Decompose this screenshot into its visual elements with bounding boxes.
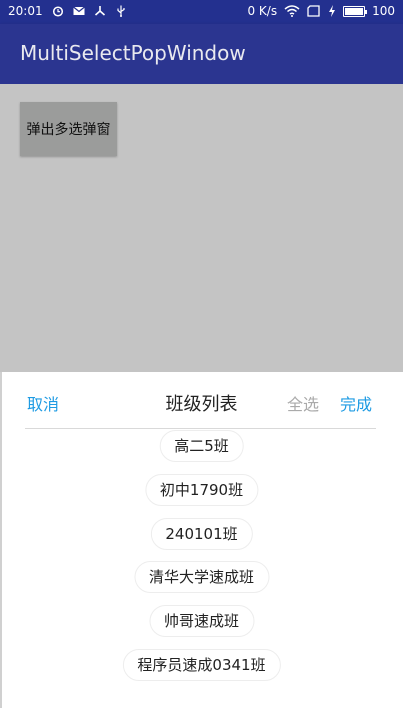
multiselect-popup: 取消 班级列表 全选 完成 高二5班 初中1790班 240101班 清华大学速… xyxy=(0,372,403,708)
list-item[interactable]: 初中1790班 xyxy=(144,474,259,506)
network-speed: 0 K/s xyxy=(247,4,278,18)
list-item[interactable]: 帅哥速成班 xyxy=(148,605,255,637)
alarm-icon xyxy=(52,6,63,17)
battery-icon xyxy=(343,5,368,17)
popup-edge xyxy=(0,372,2,708)
app-title: MultiSelectPopWindow xyxy=(20,41,246,65)
wifi-icon xyxy=(284,5,300,17)
battery-fill xyxy=(345,7,364,15)
popup-header: 取消 班级列表 全选 完成 xyxy=(0,372,403,428)
list-item[interactable]: 程序员速成0341班 xyxy=(122,649,281,681)
wind-icon xyxy=(94,6,105,16)
list-item[interactable]: 240101班 xyxy=(150,518,253,550)
status-time: 20:01 xyxy=(8,4,43,18)
battery-level: 100 xyxy=(372,4,395,18)
list-item[interactable]: 高二5班 xyxy=(159,430,244,462)
done-button[interactable]: 完成 xyxy=(340,391,372,415)
open-multiselect-button[interactable]: 弹出多选弹窗 xyxy=(20,102,117,156)
cancel-button[interactable]: 取消 xyxy=(27,391,59,415)
sim-icon xyxy=(307,5,320,17)
charging-icon xyxy=(329,5,336,17)
app-bar: MultiSelectPopWindow xyxy=(0,24,403,84)
main-content: 弹出多选弹窗 xyxy=(0,84,403,372)
list-item[interactable]: 清华大学速成班 xyxy=(133,561,270,593)
usb-icon xyxy=(116,5,125,17)
select-all-button[interactable]: 全选 xyxy=(287,391,319,415)
class-list[interactable]: 高二5班 初中1790班 240101班 清华大学速成班 帅哥速成班 程序员速成… xyxy=(0,429,403,708)
status-bar: 20:01 0 K/s 100 xyxy=(0,0,403,24)
mail-icon xyxy=(72,6,85,15)
